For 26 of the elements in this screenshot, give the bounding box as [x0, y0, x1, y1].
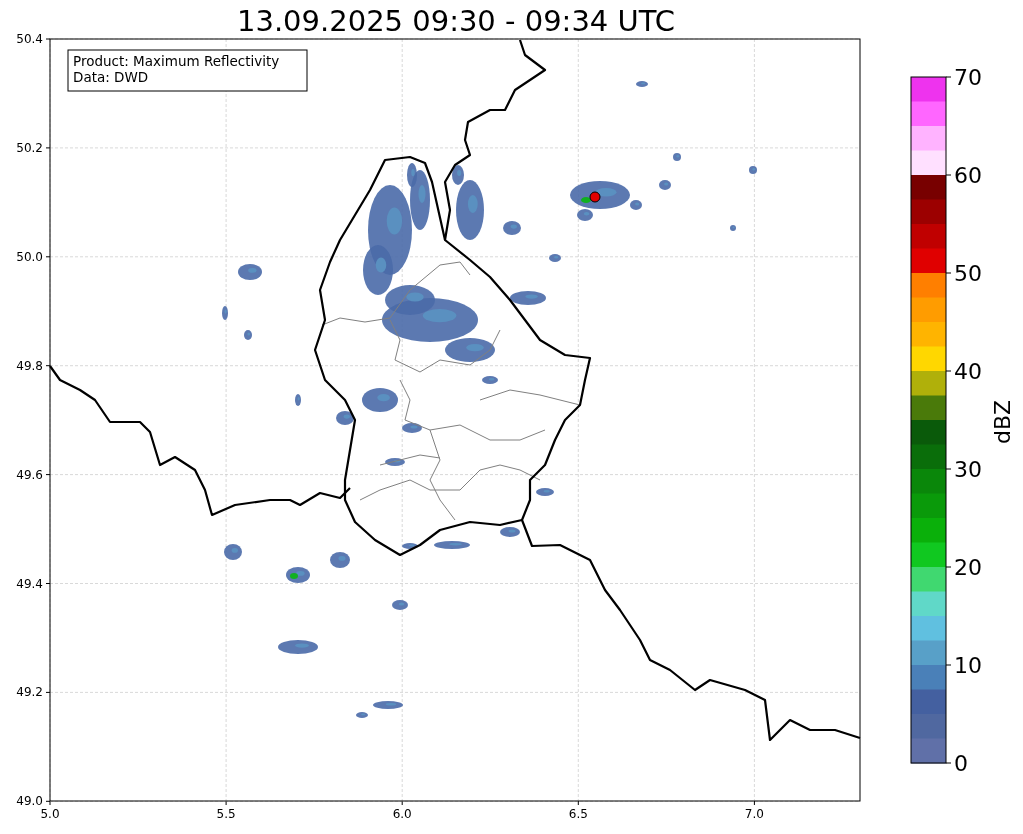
chart-title: 13.09.2025 09:30 - 09:34 UTC — [237, 4, 675, 38]
axis-tick-label: 5.5 — [216, 807, 236, 821]
colorbar-tick-label: 70 — [954, 65, 982, 90]
axis-tick-label: 50.4 — [16, 32, 43, 46]
info-text: Data: DWD — [73, 69, 149, 85]
colorbar-tick-label: 10 — [954, 653, 982, 678]
axis-tick-label: 50.2 — [16, 140, 43, 155]
axis-tick-label: 49.0 — [16, 794, 43, 809]
colorbar-tick-label: 20 — [954, 555, 982, 580]
colorbar-tick-label: 50 — [954, 261, 982, 286]
axis-tick-label: 49.8 — [16, 358, 43, 373]
axis-tick-label: 7.0 — [744, 807, 764, 821]
axis-tick-label: 49.4 — [16, 576, 43, 591]
colorbar-tick-label: 0 — [954, 751, 968, 776]
colorbar-tick-label: 60 — [954, 163, 982, 188]
info-text: Product: Maximum Reflectivity — [73, 53, 280, 69]
colorbar-label: dBZ — [990, 399, 1015, 445]
colorbar-tick-label: 40 — [954, 359, 982, 384]
axis-tick-label: 50.0 — [16, 249, 43, 264]
axis-tick-label: 5.0 — [40, 807, 60, 821]
axis-tick-label: 49.2 — [16, 685, 43, 700]
axis-tick-label: 6.5 — [568, 807, 588, 821]
location-marker — [589, 191, 601, 203]
colorbar-tick-label: 30 — [954, 457, 982, 482]
axis-tick-label: 6.0 — [392, 807, 412, 821]
axis-tick-label: 49.6 — [16, 467, 43, 482]
